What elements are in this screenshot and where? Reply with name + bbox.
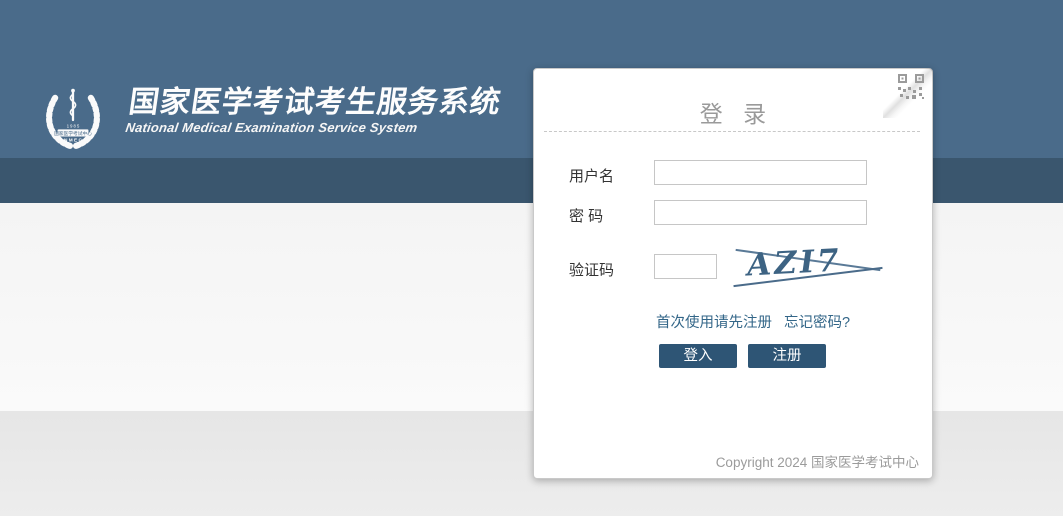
forgot-password-link[interactable]: 忘记密码? [784, 315, 850, 331]
links-row: 首次使用请先注册忘记密码? [656, 311, 850, 332]
copyright: Copyright 2024 国家医学考试中心 [716, 451, 919, 471]
captcha-image[interactable]: AZI7 [737, 243, 879, 293]
register-button[interactable]: 注册 [748, 344, 826, 368]
page: 1 9 8 5 国家医学考试中心 N M E C 国家医学考试考生服务系统 Na… [0, 0, 1063, 516]
login-card: 登 录 用户名 密 码 验证码 AZI7 首次使用请先注册忘记密码? 登入 注册… [533, 68, 933, 479]
login-title: 登 录 [534, 95, 932, 129]
password-label: 密 码 [569, 205, 649, 226]
brand: 1 9 8 5 国家医学考试中心 N M E C 国家医学考试考生服务系统 Na… [40, 86, 500, 152]
brand-text: 国家医学考试考生服务系统 National Medical Examinatio… [125, 86, 504, 135]
username-label: 用户名 [569, 165, 649, 186]
emblem-icon: 1 9 8 5 国家医学考试中心 N M E C [40, 86, 106, 152]
password-input[interactable] [654, 200, 867, 225]
svg-text:国家医学考试中心: 国家医学考试中心 [54, 130, 92, 137]
register-hint-link[interactable]: 首次使用请先注册 [656, 315, 772, 331]
svg-text:N M E C: N M E C [64, 138, 82, 144]
captcha-label: 验证码 [569, 259, 649, 280]
username-input[interactable] [654, 160, 867, 185]
login-button[interactable]: 登入 [659, 344, 737, 368]
app-subtitle: National Medical Examination Service Sys… [125, 120, 499, 135]
captcha-input[interactable] [654, 254, 717, 279]
svg-text:1 9 8 5: 1 9 8 5 [67, 123, 80, 128]
app-title: 国家医学考试考生服务系统 [127, 86, 504, 120]
divider [544, 131, 920, 132]
